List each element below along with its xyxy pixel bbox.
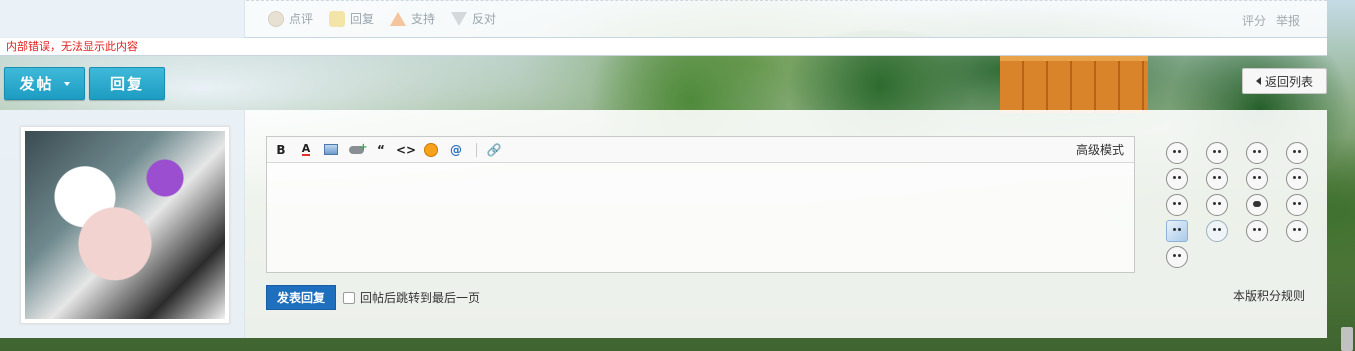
smiley-face-icon[interactable]	[1286, 142, 1308, 164]
smiley-dark-icon[interactable]	[1246, 194, 1268, 216]
smiley-face-icon[interactable]	[1246, 220, 1268, 242]
comment-action[interactable]: 点评	[268, 10, 313, 27]
rate-link[interactable]: 评分	[1242, 12, 1266, 29]
jump-to-last-page-option[interactable]: 回帖后跳转到最后一页	[343, 289, 480, 306]
jump-checkbox-label: 回帖后跳转到最后一页	[360, 291, 481, 305]
oppose-action[interactable]: 反对	[451, 10, 496, 27]
smiley-crown-icon[interactable]	[1206, 220, 1228, 242]
reply-author-column	[0, 110, 245, 338]
reply-icon	[329, 10, 346, 27]
jump-checkbox[interactable]	[343, 291, 355, 304]
back-to-list-button[interactable]: 返回列表	[1242, 68, 1327, 94]
reply-editor: B A “ <> @ 🔗 高级模式	[266, 136, 1135, 273]
previous-post-footer: 点评 回复 支持 反对 评分 举报	[0, 0, 1327, 38]
page-scrollbar[interactable]	[1338, 0, 1355, 351]
smiley-face-icon[interactable]	[1166, 246, 1188, 268]
smiley-ice-icon[interactable]	[1166, 220, 1188, 242]
bold-icon[interactable]: B	[272, 141, 290, 159]
support-action[interactable]: 支持	[390, 10, 435, 27]
smiley-face-icon[interactable]	[1166, 142, 1188, 164]
reply-action[interactable]: 回复	[329, 10, 374, 27]
error-message: 内部错误，无法显示此内容	[0, 38, 1327, 56]
reply-textarea[interactable]	[267, 163, 1134, 272]
new-post-button[interactable]: 发帖	[4, 67, 85, 100]
thumbs-down-icon	[451, 11, 468, 26]
code-icon[interactable]: <>	[396, 141, 416, 159]
smiley-icon[interactable]	[422, 141, 440, 159]
insert-link-icon[interactable]	[347, 141, 368, 159]
avatar-frame	[20, 126, 230, 324]
post-side-links: 评分 举报	[1242, 12, 1300, 29]
arrow-left-icon	[1255, 77, 1261, 85]
smiley-face-icon[interactable]	[1286, 168, 1308, 190]
attachment-icon[interactable]: 🔗	[485, 141, 503, 159]
smiley-panel	[1160, 140, 1320, 270]
post-author-column	[0, 0, 245, 38]
smiley-face-icon[interactable]	[1206, 168, 1228, 190]
post-actions: 点评 回复 支持 反对	[268, 10, 496, 27]
reply-button[interactable]: 回复	[89, 67, 165, 100]
smiley-face-icon[interactable]	[1206, 194, 1228, 216]
report-link[interactable]: 举报	[1276, 12, 1300, 29]
comment-icon	[268, 10, 284, 27]
image-icon[interactable]	[322, 141, 340, 159]
smiley-face-icon[interactable]	[1246, 168, 1268, 190]
new-post-label: 发帖	[19, 75, 54, 93]
smiley-face-icon[interactable]	[1206, 142, 1228, 164]
back-to-list-label: 返回列表	[1264, 74, 1313, 89]
submit-reply-button[interactable]: 发表回复	[266, 285, 336, 310]
link-glyph	[348, 142, 368, 154]
quick-reply-panel: B A “ <> @ 🔗 高级模式 发表回复 回帖后跳转到最后一页 本版积分规则	[0, 110, 1327, 338]
background-chimney	[1000, 55, 1148, 113]
mention-icon[interactable]: @	[447, 141, 465, 159]
thumbs-up-icon	[390, 11, 407, 26]
chevron-down-icon	[63, 81, 70, 86]
toolbar-divider	[476, 142, 477, 157]
dotted-divider	[246, 0, 1327, 1]
quote-icon[interactable]: “	[372, 141, 390, 159]
image-glyph	[324, 144, 338, 155]
smiley-face-icon[interactable]	[1246, 142, 1268, 164]
editor-toolbar: B A “ <> @ 🔗 高级模式	[267, 137, 1134, 163]
font-color-icon[interactable]: A	[297, 141, 315, 159]
advanced-mode-link[interactable]: 高级模式	[1076, 141, 1124, 158]
avatar	[25, 131, 225, 319]
smiley-face-icon[interactable]	[1166, 194, 1188, 216]
points-rules-link[interactable]: 本版积分规则	[1233, 287, 1305, 304]
smiley-face-icon[interactable]	[1286, 194, 1308, 216]
smiley-glyph	[424, 142, 438, 157]
smiley-face-icon[interactable]	[1166, 168, 1188, 190]
smiley-face-icon[interactable]	[1286, 220, 1308, 242]
scrollbar-thumb[interactable]	[1341, 327, 1353, 351]
